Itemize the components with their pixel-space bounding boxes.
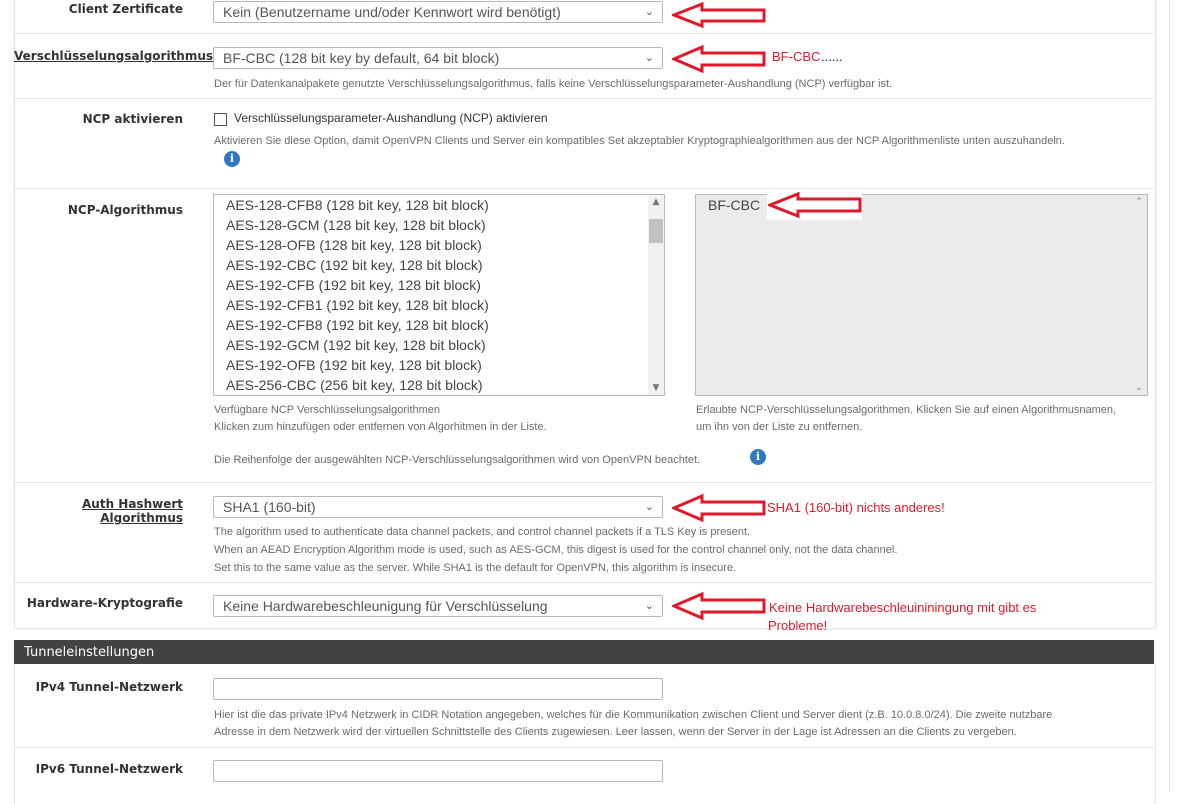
- auth-digest-help-2: When an AEAD Encryption Algorithm mode i…: [214, 544, 898, 556]
- page-right-border: [1169, 0, 1170, 792]
- ncp-allowed-help-2: um ihn von der Liste zu entfernen.: [696, 421, 863, 433]
- row-divider: [14, 482, 1154, 483]
- chevron-down-icon: ⌄: [644, 6, 654, 18]
- list-item[interactable]: AES-256-CBC (256 bit key, 128 bit block): [214, 375, 664, 395]
- ipv4-tunnel-label: IPv4 Tunnel-Netzwerk: [35, 680, 183, 694]
- hw-crypto-annotation-2: Probleme!: [768, 618, 828, 633]
- row-divider: [14, 188, 1154, 189]
- list-item[interactable]: BF-CBC: [696, 195, 1147, 215]
- row-divider: [14, 582, 1154, 583]
- list-item[interactable]: AES-192-CBC (192 bit key, 128 bit block): [214, 255, 664, 275]
- list-item[interactable]: AES-192-OFB (192 bit key, 128 bit block): [214, 355, 664, 375]
- list-item[interactable]: AES-192-CFB (192 bit key, 128 bit block): [214, 275, 664, 295]
- cipher-select[interactable]: BF-CBC (128 bit key by default, 64 bit b…: [213, 47, 663, 69]
- cipher-annotation: BF-CBC: [772, 49, 821, 64]
- cipher-value: BF-CBC (128 bit key by default, 64 bit b…: [223, 50, 500, 66]
- ncp-enable-checkbox-label[interactable]: Verschlüsselungsparameter-Aushandlung (N…: [234, 111, 548, 125]
- chevron-down-icon: ⌄: [644, 52, 654, 64]
- cipher-label: Verschlüsselungsalgorithmus: [14, 49, 214, 63]
- row-divider: [14, 747, 1154, 748]
- list-item[interactable]: AES-128-OFB (128 bit key, 128 bit block): [214, 235, 664, 255]
- list-item[interactable]: AES-192-CFB8 (192 bit key, 128 bit block…: [214, 315, 664, 335]
- hw-crypto-select[interactable]: Keine Hardwarebeschleunigung für Verschl…: [213, 595, 663, 617]
- ncp-enable-help: Aktivieren Sie diese Option, damit OpenV…: [214, 135, 1065, 147]
- annotation-arrow-icon: [768, 191, 862, 219]
- cipher-help: Der für Datenkanalpakete genutzte Versch…: [214, 78, 893, 90]
- scrollbar-thumb[interactable]: [649, 219, 663, 243]
- ipv6-tunnel-label: IPv6 Tunnel-Netzwerk: [35, 762, 183, 776]
- annotation-arrow-icon: [672, 591, 766, 621]
- ncp-order-help: Die Reihenfolge der ausgewählten NCP-Ver…: [214, 454, 701, 466]
- ipv4-tunnel-help-1: Hier ist die das private IPv4 Netzwerk i…: [214, 709, 1053, 721]
- ncp-available-options: AES-128-CFB8 (128 bit key, 128 bit block…: [214, 195, 664, 395]
- annotation-arrow-icon: [672, 493, 766, 523]
- auth-digest-select[interactable]: SHA1 (160-bit) ⌄: [213, 496, 663, 518]
- list-item[interactable]: AES-192-CFB1 (192 bit key, 128 bit block…: [214, 295, 664, 315]
- info-icon[interactable]: i: [750, 449, 766, 465]
- hw-crypto-annotation-1: Keine Hardwarebeschleuininingung mit gib…: [769, 600, 1037, 615]
- ncp-allowed-listbox[interactable]: BF-CBC ⌃ ⌄: [695, 194, 1148, 396]
- list-item[interactable]: AES-192-GCM (192 bit key, 128 bit block): [214, 335, 664, 355]
- cipher-annotation-dots: ......: [821, 49, 843, 64]
- auth-digest-value: SHA1 (160-bit): [223, 499, 316, 515]
- hw-crypto-label: Hardware-Kryptografie: [26, 596, 183, 610]
- scroll-down-icon[interactable]: ⌄: [1131, 383, 1147, 393]
- client-cert-label: Client Zertificate: [68, 2, 183, 16]
- ncp-allowed-help-1: Erlaubte NCP-Verschlüsselungsalgorithmen…: [696, 404, 1117, 416]
- ipv4-tunnel-input[interactable]: [213, 678, 663, 700]
- list-item[interactable]: AES-128-GCM (128 bit key, 128 bit block): [214, 215, 664, 235]
- ncp-available-help-1: Verfügbare NCP Verschlüsselungsalgorithm…: [214, 404, 441, 416]
- annotation-arrow-icon: [672, 2, 766, 28]
- auth-digest-annotation: SHA1 (160-bit) nichts anderes!: [767, 500, 945, 515]
- row-divider: [14, 98, 1154, 99]
- client-cert-value: Kein (Benutzername und/oder Kennwort wir…: [223, 4, 561, 20]
- ipv6-tunnel-input[interactable]: [213, 760, 663, 782]
- scroll-up-icon[interactable]: ⌃: [1131, 197, 1147, 207]
- ncp-algorithms-label: NCP-Algorithmus: [67, 203, 183, 217]
- ipv4-tunnel-help-2: Adresse in dem Netzwerk wird der virtuel…: [214, 726, 1017, 738]
- section-header-tunnel: Tunneleinstellungen: [14, 640, 1154, 665]
- chevron-down-icon: ⌄: [644, 600, 654, 612]
- scroll-up-icon[interactable]: ▲: [648, 197, 664, 207]
- auth-digest-help-1: The algorithm used to authenticate data …: [214, 526, 751, 538]
- auth-digest-help-3: Set this to the same value as the server…: [214, 562, 737, 574]
- info-icon[interactable]: i: [224, 151, 240, 167]
- list-item[interactable]: AES-128-CFB8 (128 bit key, 128 bit block…: [214, 195, 664, 215]
- hw-crypto-value: Keine Hardwarebeschleunigung für Verschl…: [223, 598, 548, 614]
- chevron-down-icon: ⌄: [644, 501, 654, 513]
- scroll-down-icon[interactable]: ▼: [648, 383, 664, 393]
- ncp-enable-label: NCP aktivieren: [82, 112, 183, 126]
- annotation-arrow-icon: [672, 44, 766, 74]
- ncp-available-help-2: Klicken zum hinzufügen oder entfernen vo…: [214, 421, 547, 433]
- scrollbar[interactable]: ⌃ ⌄: [1131, 195, 1147, 395]
- ncp-enable-checkbox[interactable]: [214, 113, 227, 126]
- auth-digest-label: Auth Hashwert Algorithmus: [82, 497, 183, 525]
- scrollbar[interactable]: ▲ ▼: [648, 195, 664, 395]
- ncp-available-listbox[interactable]: AES-128-CFB8 (128 bit key, 128 bit block…: [213, 194, 665, 396]
- row-divider: [14, 33, 1154, 34]
- client-cert-select[interactable]: Kein (Benutzername und/oder Kennwort wir…: [213, 1, 663, 23]
